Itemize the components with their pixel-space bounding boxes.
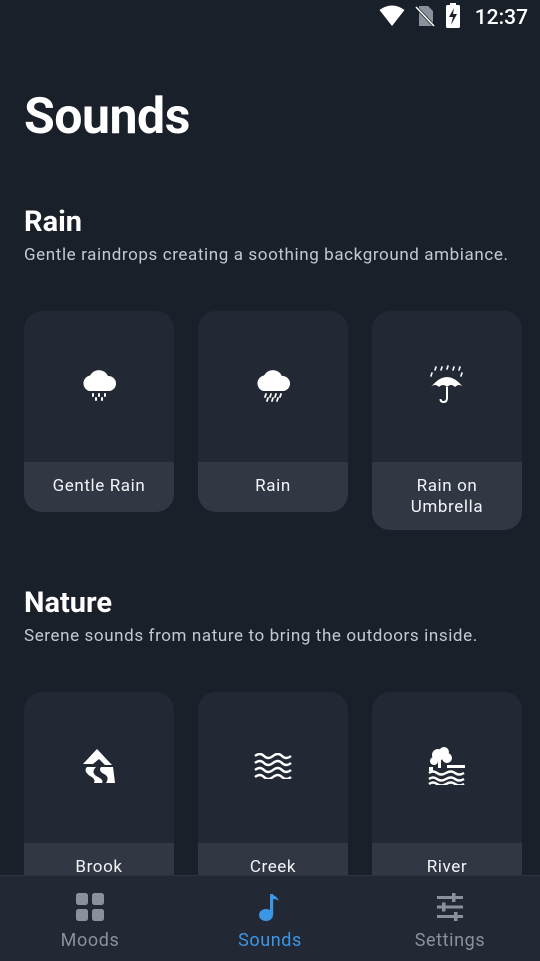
section-description: Serene sounds from nature to bring the o… <box>24 626 478 646</box>
water-waves-icon <box>254 752 292 783</box>
sound-card-creek[interactable]: Creek <box>198 692 348 893</box>
wifi-icon <box>379 5 405 31</box>
no-sim-icon <box>414 5 435 31</box>
nature-sound-cards: Brook Creek River <box>24 692 522 893</box>
section-title: Nature <box>24 586 113 620</box>
nav-item-label: Sounds <box>238 930 302 951</box>
nav-item-settings[interactable]: Settings <box>360 876 540 961</box>
sound-card-rain[interactable]: Rain <box>198 311 348 512</box>
nav-item-label: Settings <box>414 930 486 951</box>
umbrella-rain-icon <box>428 364 466 409</box>
sound-card-rain-on-umbrella[interactable]: Rain on Umbrella <box>372 311 522 530</box>
mountain-stream-icon <box>80 747 118 789</box>
nav-item-moods[interactable]: Moods <box>0 876 180 961</box>
battery-charging-icon <box>445 3 461 33</box>
status-time: 12:37 <box>474 6 528 30</box>
sound-card-label: Gentle Rain <box>24 462 174 512</box>
status-bar: 12:37 <box>0 0 540 36</box>
sound-card-label: Rain on Umbrella <box>372 462 522 530</box>
sliders-icon <box>435 892 465 927</box>
page-title: Sounds <box>24 88 190 146</box>
rain-sound-cards: Gentle Rain Rain Rain on Umbrella <box>24 311 522 530</box>
nature-section-header: Nature Serene sounds from nature to brin… <box>24 586 516 647</box>
cloud-rain-icon <box>254 367 292 407</box>
sound-card-gentle-rain[interactable]: Gentle Rain <box>24 311 174 512</box>
nav-item-sounds[interactable]: Sounds <box>180 876 360 961</box>
section-title: Rain <box>24 205 83 239</box>
sound-card-label: Rain <box>198 462 348 512</box>
sound-card-brook[interactable]: Brook <box>24 692 174 893</box>
sound-card-river[interactable]: River <box>372 692 522 893</box>
tree-river-icon <box>427 746 467 789</box>
grid-icon <box>75 892 105 927</box>
nav-item-label: Moods <box>60 930 120 951</box>
music-note-icon <box>255 892 285 927</box>
section-description: Gentle raindrops creating a soothing bac… <box>24 245 509 265</box>
bottom-navigation: Moods Sounds Settings <box>0 875 540 961</box>
rain-section-header: Rain Gentle raindrops creating a soothin… <box>24 205 516 266</box>
cloud-drizzle-icon <box>80 367 118 407</box>
